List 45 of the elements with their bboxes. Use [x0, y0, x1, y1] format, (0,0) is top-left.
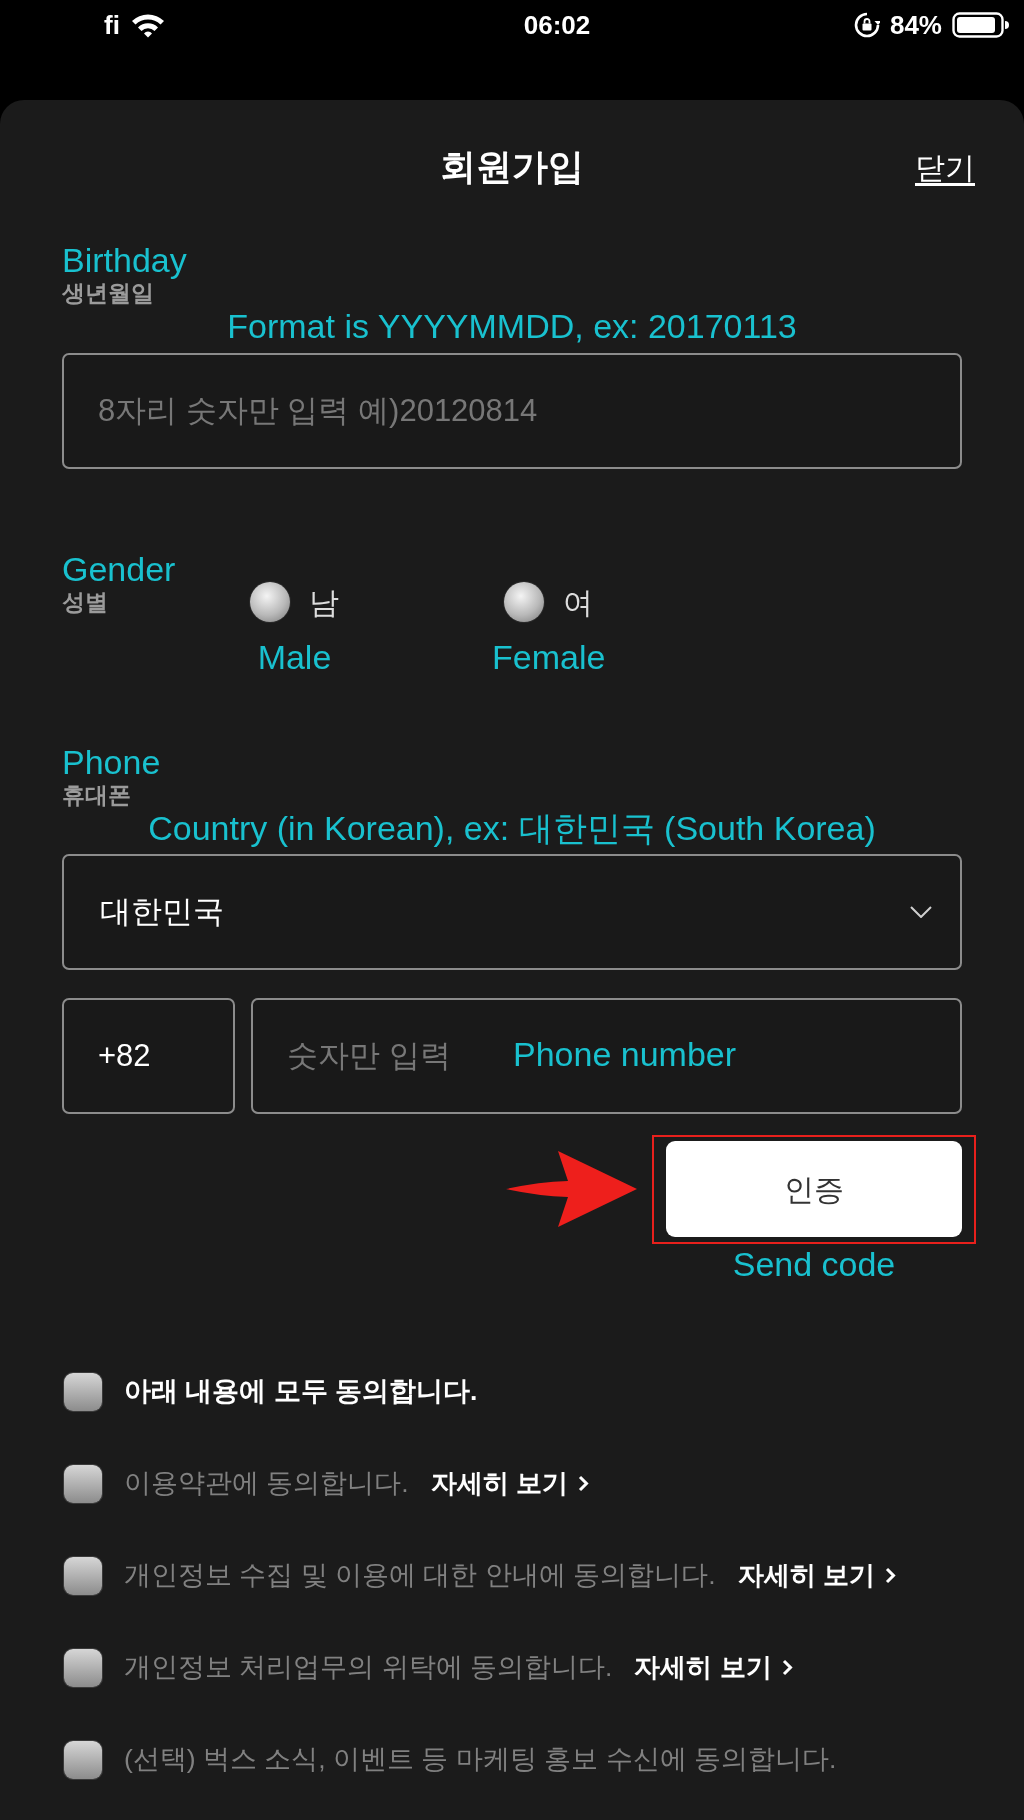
- carrier-text: fi: [104, 8, 120, 42]
- annotation-text: Birthday: [62, 242, 187, 280]
- radio-label[interactable]: 남: [309, 579, 339, 625]
- field-label: 휴대폰: [62, 781, 131, 811]
- arrow-icon: [506, 1149, 637, 1230]
- radio-button[interactable]: [504, 582, 545, 623]
- sheet-title: 회원가입: [440, 145, 584, 189]
- radio-button[interactable]: [250, 582, 290, 623]
- checkbox[interactable]: [64, 1556, 102, 1595]
- agreement-text: (선택) 벅스 소식, 이벤트 등 마케팅 홍보 수신에 동의합니다.: [124, 1742, 837, 1776]
- chevron-down-icon: [910, 906, 932, 919]
- radio-label[interactable]: 여: [563, 579, 594, 625]
- field-label: 성별: [62, 587, 108, 617]
- country-select[interactable]: 대한민국: [62, 854, 962, 971]
- chevron-right-icon: [781, 1659, 793, 1677]
- annotation-text: Phone number: [513, 1036, 737, 1074]
- checkbox[interactable]: [64, 1372, 102, 1411]
- birthday-input[interactable]: 8자리 숫자만 입력 예)20120814: [62, 352, 962, 469]
- close-link[interactable]: 닫기: [915, 144, 975, 190]
- chevron-right-icon: [884, 1567, 896, 1585]
- agreement-text: 아래 내용에 모두 동의합니다.: [124, 1374, 478, 1408]
- verify-button[interactable]: 인증: [666, 1141, 962, 1238]
- agreement-text: 개인정보 처리업무의 위탁에 동의합니다.: [124, 1650, 613, 1684]
- annotation-text: Format is YYYYMMDD, ex: 20170113: [227, 308, 797, 346]
- annotation-text: Send code: [732, 1245, 896, 1284]
- details-link[interactable]: 자세히 보기: [737, 1556, 896, 1596]
- annotation-text: Male: [257, 638, 332, 676]
- agreement-text: 이용약관에 동의합니다.: [124, 1466, 409, 1500]
- status-time: 06:02: [523, 8, 591, 42]
- checkbox[interactable]: [64, 1648, 102, 1687]
- field-label: 생년월일: [62, 279, 154, 309]
- annotation-text: Country (in Korean), ex: 대한민국 (South Korea): [148, 810, 876, 848]
- rotation-lock-icon: [853, 12, 880, 38]
- details-link[interactable]: 자세히 보기: [430, 1464, 589, 1504]
- annotation-text: Phone: [62, 743, 161, 782]
- battery-icon: [952, 12, 1010, 38]
- checkbox[interactable]: [64, 1464, 102, 1503]
- checkbox[interactable]: [64, 1740, 102, 1779]
- details-link[interactable]: 자세히 보기: [634, 1648, 793, 1688]
- agreement-text: 개인정보 수집 및 이용에 대한 안내에 동의합니다.: [124, 1558, 716, 1592]
- dial-code-field[interactable]: +82: [62, 998, 235, 1115]
- chevron-right-icon: [577, 1475, 589, 1493]
- annotation-text: Gender: [62, 550, 176, 588]
- battery-percent: 84%: [889, 8, 942, 42]
- annotation-text: Female: [492, 638, 606, 676]
